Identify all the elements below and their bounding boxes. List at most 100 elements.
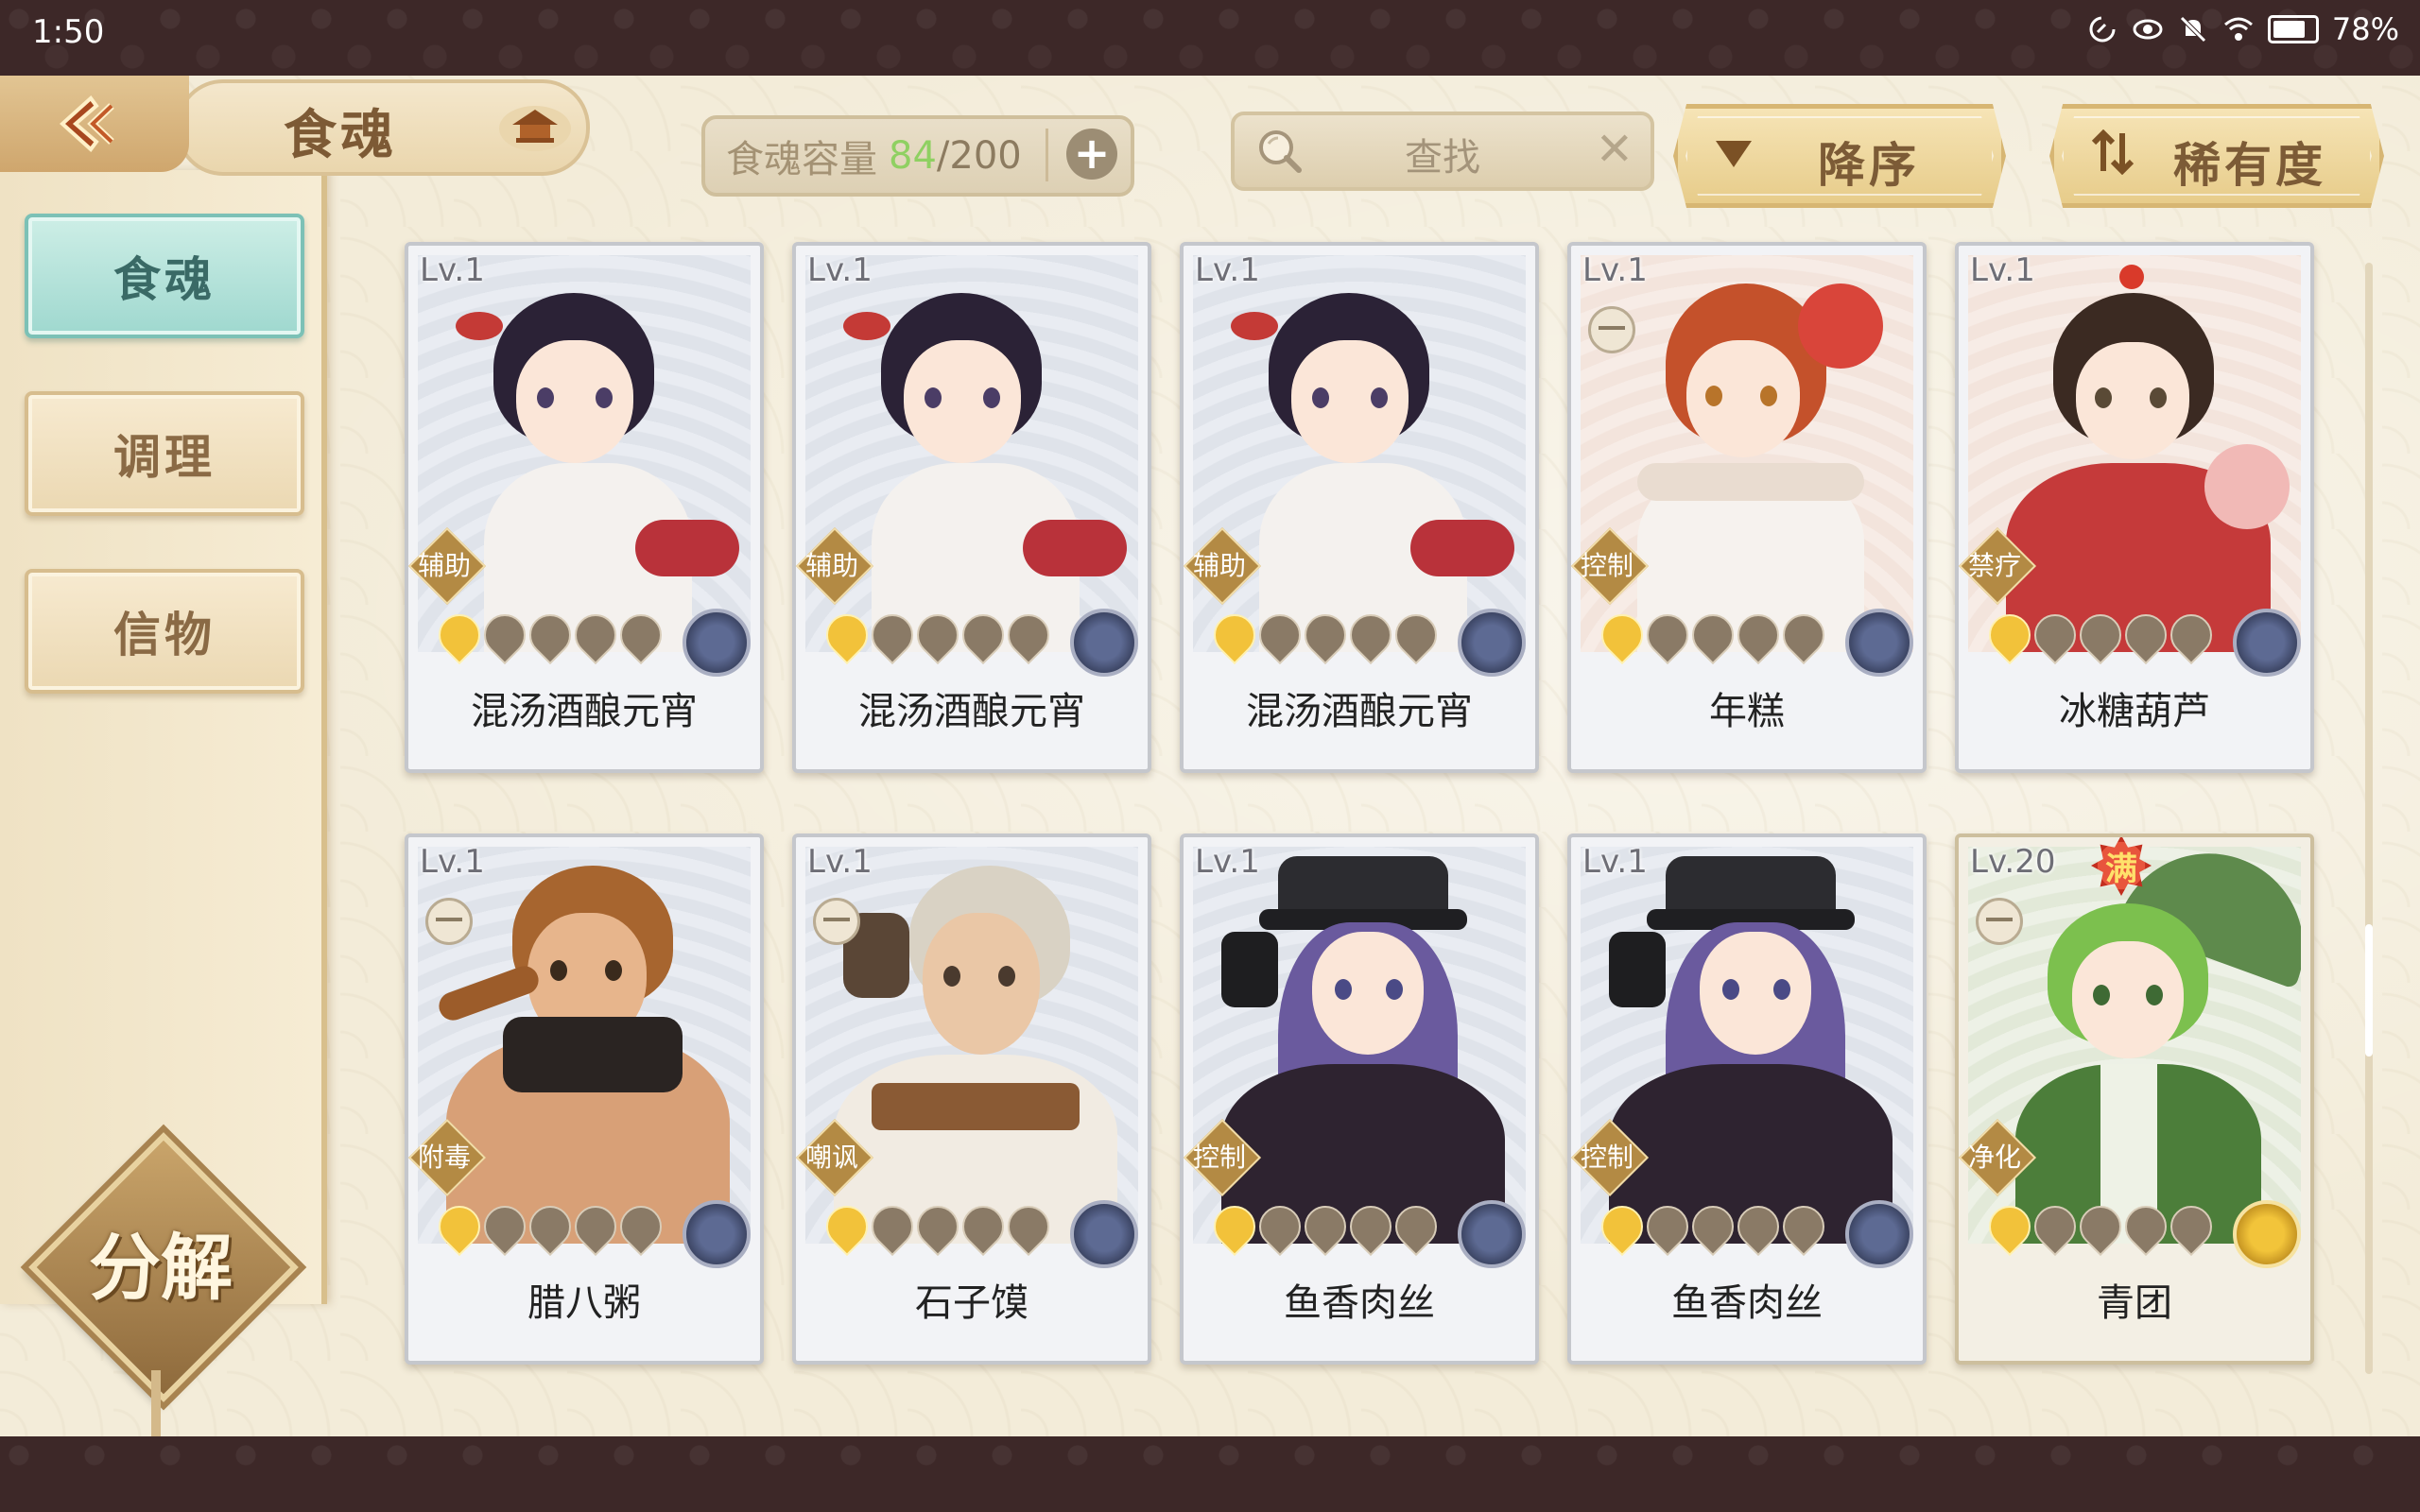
card-role-badge: 辅助 (1184, 539, 1259, 590)
card-level: Lv.1 (807, 843, 873, 881)
card-portrait (805, 255, 1138, 652)
back-button[interactable] (0, 76, 189, 172)
soul-card[interactable]: Lv.1 控制 年糕 (1567, 242, 1927, 773)
soul-card[interactable]: Lv.20 满 净化 青团 (1955, 833, 2314, 1365)
card-stars (817, 1196, 1059, 1257)
soul-card[interactable]: Lv.1 辅助 混汤酒酿元宵 (792, 242, 1151, 773)
card-level: Lv.20 (1970, 843, 2056, 881)
element-icon (1070, 609, 1138, 677)
game-screen: 食魂 调理 信物 分解 食魂 食魂容量 84 /200 + 查找 ✕ 降序 稀有… (0, 76, 2420, 1455)
status-icons: 78% (2086, 11, 2399, 47)
card-name: 混汤酒酿元宵 (858, 690, 1085, 733)
card-level: Lv.1 (420, 843, 485, 881)
card-role-badge: 辅助 (408, 539, 484, 590)
card-name: 腊八粥 (527, 1281, 641, 1325)
card-role-badge: 辅助 (796, 539, 872, 590)
soul-card[interactable]: Lv.1 辅助 混汤酒酿元宵 (405, 242, 764, 773)
card-portrait (1581, 847, 1913, 1244)
card-level: Lv.1 (1195, 251, 1260, 289)
scrollbar[interactable] (2365, 263, 2373, 1374)
card-role-badge: 控制 (1184, 1130, 1259, 1181)
sort-key-label: 稀有度 (2173, 138, 2326, 193)
card-name: 混汤酒酿元宵 (1246, 690, 1473, 733)
card-name: 鱼香肉丝 (1284, 1281, 1435, 1325)
card-role-badge: 净化 (1959, 1130, 2034, 1181)
card-stars (1979, 605, 2221, 665)
status-bar: 1:50 78% (0, 0, 2420, 76)
card-stars (1204, 1196, 1446, 1257)
element-icon (683, 609, 751, 677)
card-portrait (418, 255, 751, 652)
search-icon (1259, 130, 1302, 173)
card-level: Lv.1 (1195, 843, 1260, 881)
card-stars (1592, 605, 1834, 665)
pavilion-icon (499, 106, 571, 151)
clear-search-icon[interactable]: ✕ (1596, 123, 1634, 176)
sort-down-icon (1716, 141, 1752, 167)
soul-card[interactable]: Lv.1 辅助 混汤酒酿元宵 (1180, 242, 1539, 773)
element-icon (1458, 609, 1526, 677)
soul-card[interactable]: Lv.1 禁疗 冰糖葫芦 (1955, 242, 2314, 773)
soul-card[interactable]: Lv.1 附毒 腊八粥 (405, 833, 764, 1365)
tab-label: 信物 (113, 608, 216, 662)
card-portrait (1968, 255, 2301, 652)
card-name: 年糕 (1709, 690, 1785, 733)
card-role-badge: 嘲讽 (796, 1130, 872, 1181)
card-stars (817, 605, 1059, 665)
card-level: Lv.1 (420, 251, 485, 289)
sort-swap-icon (2091, 129, 2135, 175)
decompose-button[interactable]: 分解 (38, 1205, 284, 1318)
soul-card[interactable]: Lv.1 控制 鱼香肉丝 (1180, 833, 1539, 1365)
card-level: Lv.1 (1582, 843, 1648, 881)
card-level: Lv.1 (1970, 251, 2035, 289)
search-input[interactable]: 查找 ✕ (1231, 112, 1654, 191)
data-saver-icon (2089, 16, 2116, 43)
element-icon (1845, 609, 1913, 677)
status-time: 1:50 (32, 13, 105, 51)
card-stars (429, 605, 671, 665)
card-name: 青团 (2097, 1281, 2172, 1325)
bottom-bar (0, 1436, 2420, 1512)
card-portrait (1193, 847, 1526, 1244)
card-stars (429, 1196, 671, 1257)
capacity-used: 84 (889, 134, 937, 178)
element-icon (683, 1200, 751, 1268)
capacity-panel: 食魂容量 84 /200 + (701, 115, 1134, 197)
element-icon (1070, 1200, 1138, 1268)
tab-shihun[interactable]: 食魂 (25, 214, 304, 338)
back-arrow-icon (60, 95, 114, 152)
add-capacity-button[interactable]: + (1066, 129, 1117, 180)
tab-tiaoli[interactable]: 调理 (25, 391, 304, 516)
card-level: Lv.1 (1582, 251, 1648, 289)
card-level: Lv.1 (807, 251, 873, 289)
card-portrait (1193, 255, 1526, 652)
card-name: 石子馍 (915, 1281, 1028, 1325)
card-stars (1204, 605, 1446, 665)
soul-card[interactable]: Lv.1 控制 鱼香肉丝 (1567, 833, 1927, 1365)
card-role-badge: 控制 (1571, 1130, 1647, 1181)
battery-icon (2267, 15, 2319, 43)
element-icon (2233, 1200, 2301, 1268)
capacity-total: /200 (936, 134, 1022, 178)
element-icon (2233, 609, 2301, 677)
tab-label: 食魂 (113, 252, 216, 307)
bowl-icon (1588, 306, 1635, 353)
eye-comfort-icon (2133, 19, 2163, 40)
card-name: 鱼香肉丝 (1671, 1281, 1823, 1325)
bowl-icon (813, 898, 860, 945)
sort-order-button[interactable]: 降序 (1673, 104, 2006, 208)
element-icon (1458, 1200, 1526, 1268)
tab-xinwu[interactable]: 信物 (25, 569, 304, 694)
card-name: 混汤酒酿元宵 (471, 690, 698, 733)
card-role-badge: 禁疗 (1959, 539, 2034, 590)
search-placeholder: 查找 (1405, 136, 1480, 180)
capacity-label: 食魂容量 (726, 138, 877, 181)
wifi-icon (2223, 17, 2253, 41)
sort-key-button[interactable]: 稀有度 (2049, 104, 2384, 208)
scrollbar-thumb[interactable] (2365, 924, 2373, 1057)
sort-order-label: 降序 (1818, 138, 1920, 193)
tab-label: 调理 (113, 430, 216, 485)
soul-card[interactable]: Lv.1 嘲讽 石子馍 (792, 833, 1151, 1365)
card-role-badge: 附毒 (408, 1130, 484, 1181)
battery-percent: 78% (2331, 11, 2399, 47)
